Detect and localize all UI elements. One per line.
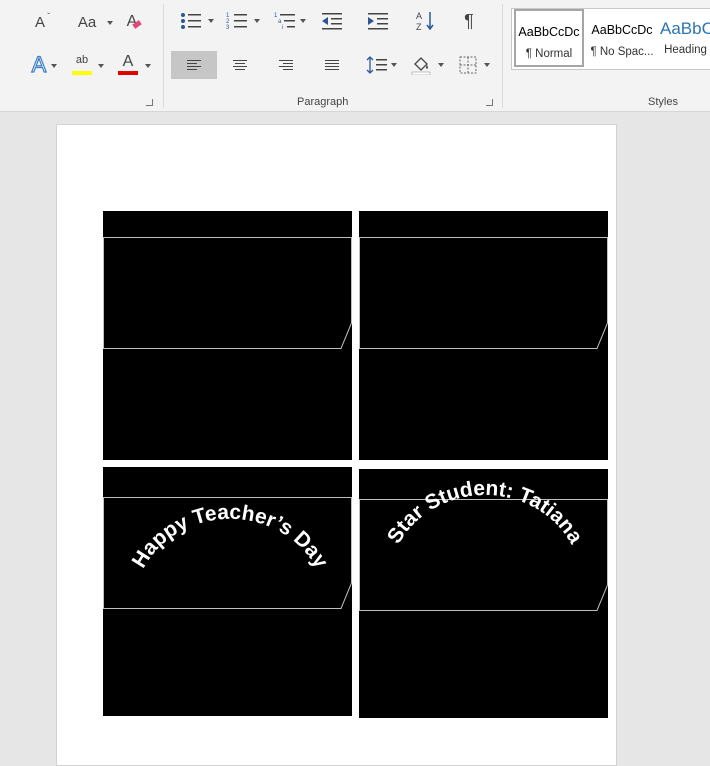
sort-icon: A Z <box>416 11 434 32</box>
label-shape-1[interactable] <box>103 211 352 460</box>
label-cell-4[interactable]: Star Student: Tatiana <box>359 469 608 718</box>
justify-icon <box>325 60 339 70</box>
font-color-icon: A <box>122 53 134 70</box>
line-spacing-button[interactable] <box>364 51 390 79</box>
style-heading-name: Heading <box>664 44 707 56</box>
show-formatting-marks-button[interactable]: ¶ <box>457 9 481 33</box>
decrease-indent-button[interactable] <box>319 9 345 33</box>
paragraph-group-label: Paragraph <box>297 96 349 108</box>
style-no-spacing[interactable]: AaBbCcDc ¶ No Spac... <box>588 9 656 67</box>
change-case-button[interactable]: Aa <box>72 10 102 34</box>
style-normal-sample: AaBbCcDc <box>518 25 580 39</box>
align-right-icon <box>279 60 293 70</box>
text-effects-icon: A <box>31 51 47 77</box>
decrease-indent-icon <box>322 13 342 30</box>
curved-text-3-path: Happy Teacher’s Day <box>128 501 333 572</box>
styles-group-label: Styles <box>648 96 678 108</box>
paint-bucket-icon <box>411 57 431 75</box>
numbering-icon: 1 2 3 <box>226 13 247 30</box>
font-color-button[interactable]: A <box>116 52 140 78</box>
label-shape-2[interactable] <box>359 211 608 460</box>
highlight-color-button[interactable]: ab <box>70 52 94 78</box>
multilevel-list-icon: 1 a i <box>274 13 295 30</box>
label-cell-2[interactable] <box>359 211 608 460</box>
label-shape-4[interactable]: Star Student: Tatiana <box>359 469 608 718</box>
curved-text-4[interactable]: Star Student: Tatiana <box>383 477 587 548</box>
align-right-button[interactable] <box>272 51 300 79</box>
increase-indent-icon <box>368 13 388 30</box>
label-cell-1[interactable] <box>103 211 352 460</box>
svg-text:i: i <box>282 25 283 30</box>
label-shape-3[interactable]: Happy Teacher’s Day <box>103 467 352 716</box>
text-effects-button[interactable]: A <box>26 51 52 78</box>
borders-icon <box>459 56 477 74</box>
justify-button[interactable] <box>318 51 346 79</box>
curved-text-3[interactable]: Happy Teacher’s Day <box>128 501 333 572</box>
numbering-button[interactable]: 1 2 3 <box>224 9 250 33</box>
paragraph-dialog-launcher[interactable] <box>486 99 493 106</box>
ribbon: A ˇ Aa A A ab A 1 2 3 1 a i A Z ¶ Paragr… <box>0 0 710 112</box>
curved-text-4-path: Star Student: Tatiana <box>383 477 587 548</box>
line-spacing-icon <box>366 56 387 74</box>
align-left-button[interactable] <box>171 51 217 79</box>
multilevel-list-button[interactable]: 1 a i <box>272 9 298 33</box>
align-left-icon <box>187 60 201 70</box>
borders-button[interactable] <box>455 51 481 79</box>
document-page[interactable]: Happy Teacher’s Day Star Student: Tatian… <box>56 124 617 766</box>
increase-indent-button[interactable] <box>365 9 391 33</box>
styles-gallery: AaBbCcDc ¶ Normal AaBbCcDc ¶ No Spac... … <box>511 8 710 70</box>
highlight-color-swatch <box>72 71 92 75</box>
clear-formatting-button[interactable]: A <box>120 10 144 34</box>
style-normal-name: ¶ Normal <box>525 48 573 60</box>
bullets-icon <box>181 13 201 29</box>
style-heading-sample: AaBbC <box>660 19 710 38</box>
change-case-icon: Aa <box>77 13 97 31</box>
sort-button[interactable]: A Z <box>412 9 438 33</box>
bullets-button[interactable] <box>178 9 204 33</box>
align-center-icon <box>233 60 247 70</box>
highlight-icon: ab <box>75 54 89 66</box>
svg-text:Z: Z <box>416 22 422 32</box>
shrink-font-button[interactable]: A ˇ <box>28 10 52 34</box>
label-cell-3[interactable]: Happy Teacher’s Day <box>103 467 352 716</box>
shading-button[interactable] <box>408 51 434 79</box>
font-dialog-launcher[interactable] <box>146 99 153 106</box>
svg-text:3: 3 <box>226 25 230 30</box>
align-center-button[interactable] <box>226 51 254 79</box>
svg-text:A: A <box>416 11 422 21</box>
style-no-spacing-sample: AaBbCcDc <box>591 23 653 37</box>
pilcrow-icon: ¶ <box>464 10 474 31</box>
style-heading[interactable]: AaBbC Heading <box>660 9 710 67</box>
style-normal[interactable]: AaBbCcDc ¶ Normal <box>514 9 584 67</box>
shrink-font-icon: A <box>34 13 45 31</box>
font-color-swatch <box>118 71 138 75</box>
style-no-spacing-name: ¶ No Spac... <box>590 46 654 58</box>
